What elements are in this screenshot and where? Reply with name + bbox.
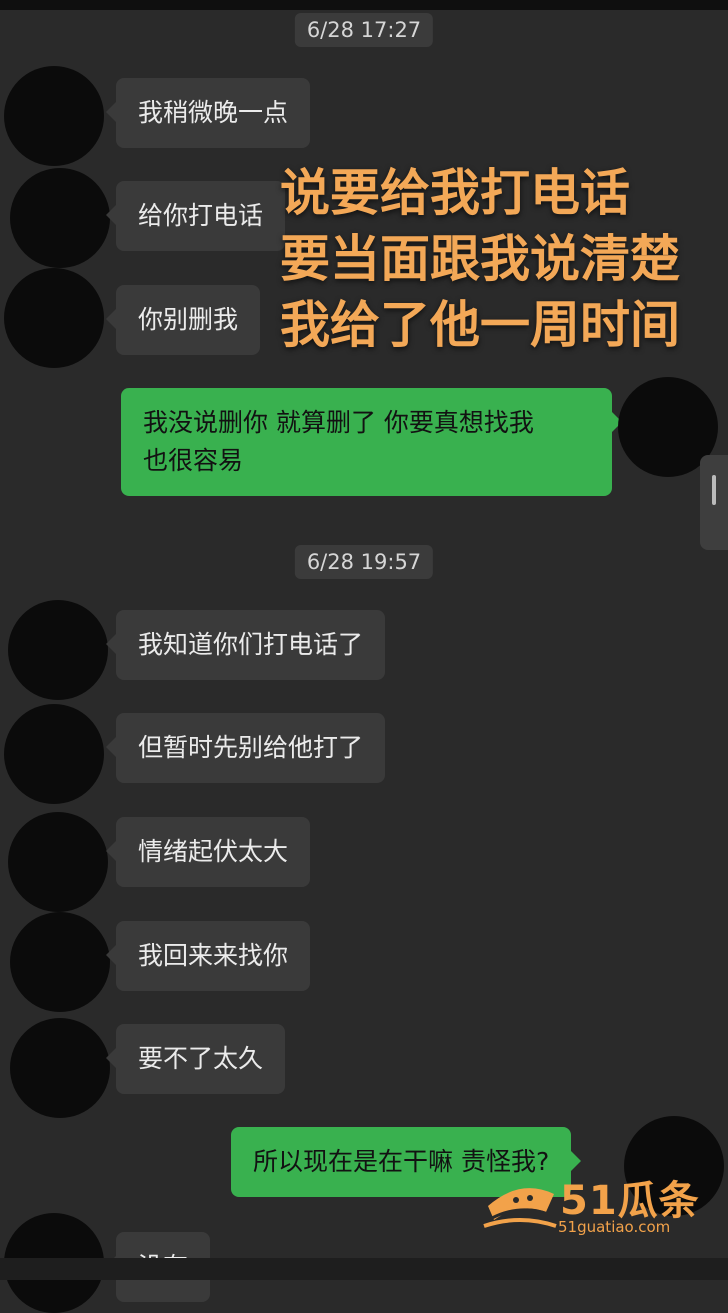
incoming-message[interactable]: 我知道你们打电话了	[105, 610, 386, 680]
contact-avatar[interactable]	[8, 812, 108, 912]
incoming-message[interactable]: 我回来来找你	[105, 921, 311, 991]
incoming-message[interactable]: 给你打电话	[105, 181, 286, 251]
caption-line: 我给了他一周时间	[280, 296, 680, 354]
contact-avatar[interactable]	[10, 1018, 110, 1118]
caption-overlay: 说要给我打电话 要当面跟我说清楚 我给了他一周时间	[280, 160, 725, 358]
contact-avatar[interactable]	[10, 912, 110, 1012]
contact-avatar[interactable]	[4, 268, 104, 368]
scroll-handle[interactable]	[700, 455, 728, 550]
scroll-grip-icon	[712, 475, 716, 505]
watermark-url: 51guatiao.com	[558, 1218, 671, 1236]
contact-avatar[interactable]	[8, 600, 108, 700]
outgoing-message[interactable]: 我没说删你 就算删了 你要真想找我 也很容易	[121, 388, 622, 496]
contact-avatar[interactable]	[4, 66, 104, 166]
timestamp: 6/28 19:57	[294, 545, 434, 579]
watermark: 51瓜条 51guatiao.com	[480, 1168, 720, 1242]
incoming-message[interactable]: 但暂时先别给他打了	[105, 713, 386, 783]
incoming-message[interactable]: 要不了太久	[105, 1024, 286, 1094]
watermelon-logo-icon	[483, 1188, 557, 1228]
contact-avatar[interactable]	[4, 704, 104, 804]
caption-line: 说要给我打电话	[280, 164, 630, 222]
incoming-message[interactable]: 我稍微晚一点	[105, 78, 311, 148]
top-status-strip	[0, 0, 728, 10]
caption-line: 要当面跟我说清楚	[280, 230, 680, 288]
incoming-message[interactable]: 情绪起伏太大	[105, 817, 311, 887]
bottom-input-strip	[0, 1258, 728, 1280]
timestamp: 6/28 17:27	[294, 13, 434, 47]
contact-avatar[interactable]	[10, 168, 110, 268]
incoming-message[interactable]: 你别删我	[105, 285, 261, 355]
